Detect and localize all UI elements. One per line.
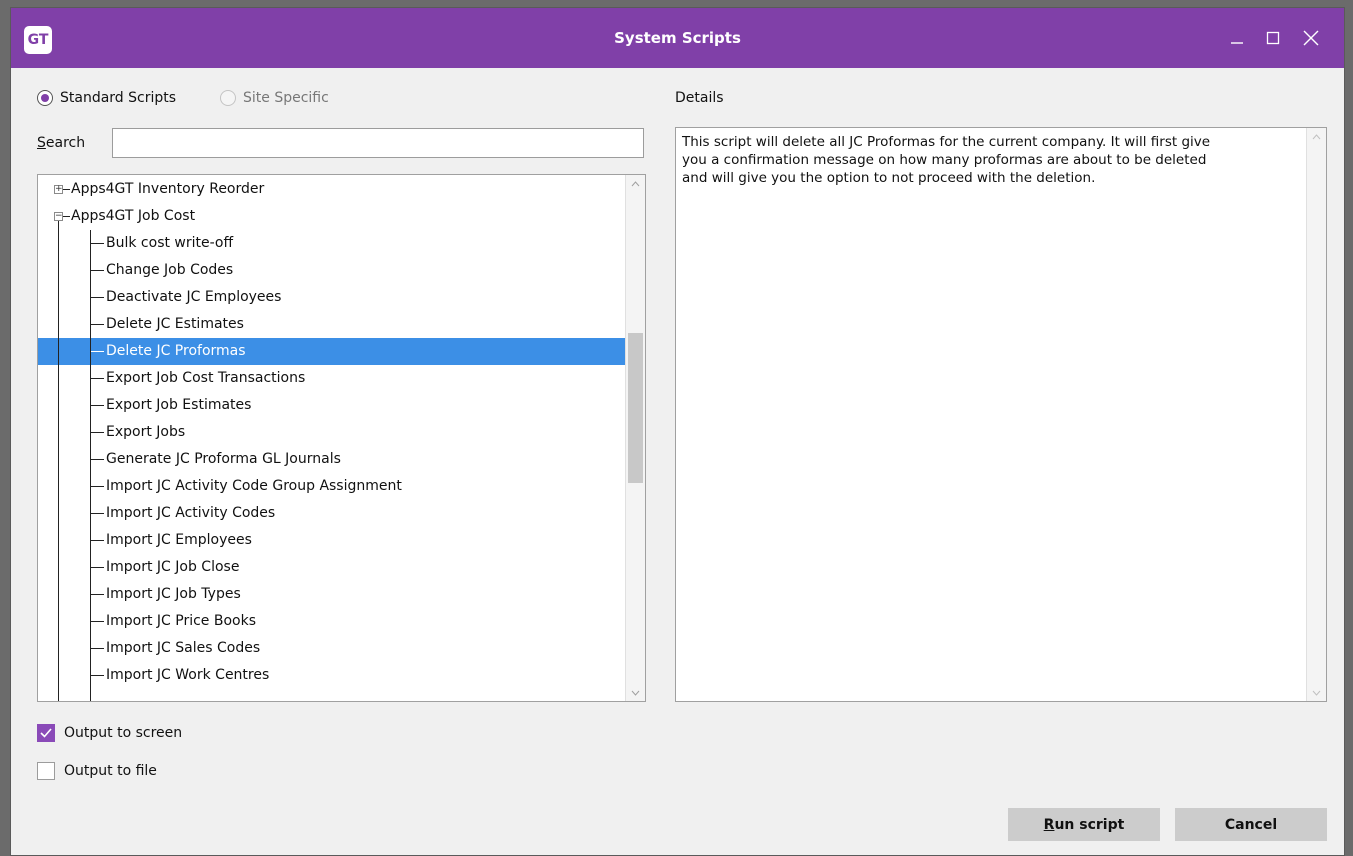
tree-item-row[interactable]: Import JC Job Types bbox=[38, 581, 627, 608]
radio-unselected-icon[interactable] bbox=[220, 90, 236, 106]
tree-item-label: Import JC Work Centres bbox=[106, 667, 270, 683]
search-label-rest: earch bbox=[45, 135, 86, 151]
checkmark-icon bbox=[40, 728, 52, 738]
tree-connector bbox=[90, 378, 104, 379]
output-to-screen-option[interactable]: Output to screen bbox=[37, 724, 182, 742]
system-scripts-window: GT System Scripts Standard Scripts Site … bbox=[10, 7, 1345, 856]
tree-item-row[interactable]: Import JC Price Books bbox=[38, 608, 627, 635]
tree-item-row[interactable]: Delete JC Estimates bbox=[38, 311, 627, 338]
tree-item-label: Delete JC Proformas bbox=[106, 343, 246, 359]
tree-item-row[interactable]: Import JC Activity Code Group Assignment bbox=[38, 473, 627, 500]
tree-connector bbox=[90, 432, 104, 433]
tree-item-label: Export Job Estimates bbox=[106, 397, 252, 413]
tree-connector bbox=[90, 324, 104, 325]
tree-item-row[interactable]: Import JC Sales Codes bbox=[38, 635, 627, 662]
tree-item-row[interactable]: Export Jobs bbox=[38, 419, 627, 446]
output-to-screen-checkbox[interactable] bbox=[37, 724, 55, 742]
tree-item-row[interactable]: Change Job Codes bbox=[38, 257, 627, 284]
details-box[interactable]: This script will delete all JC Proformas… bbox=[675, 127, 1327, 702]
tree-connector bbox=[90, 351, 104, 352]
run-label-rest: un script bbox=[1054, 816, 1125, 833]
tree-connector bbox=[90, 621, 104, 622]
radio-standard-scripts[interactable]: Standard Scripts bbox=[37, 90, 176, 106]
tree-connector bbox=[90, 540, 104, 541]
expand-icon[interactable]: + bbox=[54, 185, 63, 194]
tree-connector bbox=[63, 189, 70, 190]
output-to-file-option[interactable]: Output to file bbox=[37, 762, 157, 780]
run-script-button[interactable]: Run script bbox=[1008, 808, 1160, 841]
tree-item-row[interactable]: Export Job Cost Transactions bbox=[38, 365, 627, 392]
close-icon[interactable] bbox=[1294, 22, 1328, 54]
tree-connector bbox=[90, 648, 104, 649]
tree-connector bbox=[90, 459, 104, 460]
search-label: Search bbox=[37, 135, 85, 151]
collapse-icon[interactable]: − bbox=[54, 212, 63, 221]
tree-item-label: Import JC Job Types bbox=[106, 586, 241, 602]
tree-item-row[interactable]: Generate JC Proforma GL Journals bbox=[38, 446, 627, 473]
tree-connector bbox=[90, 594, 104, 595]
tree-connector bbox=[90, 675, 104, 676]
tree-group-label: Apps4GT Job Cost bbox=[71, 208, 196, 224]
tree-guide-line bbox=[58, 221, 59, 701]
tree-connector bbox=[90, 567, 104, 568]
tree-connector bbox=[63, 216, 70, 217]
tree-item-label: Import JC Employees bbox=[106, 532, 252, 548]
radio-standard-scripts-label: Standard Scripts bbox=[60, 90, 177, 106]
tree-item-label: Export Jobs bbox=[106, 424, 186, 440]
tree-connector bbox=[90, 297, 104, 298]
tree-connector bbox=[90, 486, 104, 487]
tree-group-label: Apps4GT Inventory Reorder bbox=[71, 181, 265, 197]
tree-connector bbox=[90, 513, 104, 514]
tree-item-row[interactable]: Delete JC Proformas bbox=[38, 338, 627, 365]
cancel-button[interactable]: Cancel bbox=[1175, 808, 1327, 841]
scroll-down-icon[interactable] bbox=[626, 684, 645, 701]
radio-selected-icon[interactable] bbox=[37, 90, 53, 106]
tree-scrollbar[interactable] bbox=[625, 175, 645, 701]
details-scroll-up-icon[interactable] bbox=[1307, 128, 1326, 145]
scroll-up-icon[interactable] bbox=[626, 175, 645, 192]
tree-group-row[interactable]: − Apps4GT Job Cost bbox=[38, 203, 627, 230]
radio-site-specific-label: Site Specific bbox=[243, 90, 329, 106]
tree-item-label: Import JC Activity Codes bbox=[106, 505, 276, 521]
output-to-file-checkbox[interactable] bbox=[37, 762, 55, 780]
tree-connector bbox=[90, 405, 104, 406]
tree-connector bbox=[90, 270, 104, 271]
details-text: This script will delete all JC Proformas… bbox=[682, 134, 1211, 186]
title-bar: GT System Scripts bbox=[11, 8, 1344, 68]
maximize-icon[interactable] bbox=[1256, 22, 1290, 54]
radio-site-specific[interactable]: Site Specific bbox=[220, 90, 329, 106]
script-tree[interactable]: + Apps4GT Inventory Reorder − Apps4GT Job C… bbox=[37, 174, 646, 702]
tree-item-label: Bulk cost write-off bbox=[106, 235, 234, 251]
tree-item-label: Delete JC Estimates bbox=[106, 316, 244, 332]
tree-item-label: Import JC Job Close bbox=[106, 559, 240, 575]
search-input[interactable] bbox=[112, 128, 644, 158]
output-to-screen-label: Output to screen bbox=[64, 725, 183, 741]
tree-item-label: Import JC Activity Code Group Assignment bbox=[106, 478, 402, 494]
tree-item-label: Import JC Sales Codes bbox=[106, 640, 261, 656]
search-label-accel: S bbox=[37, 135, 46, 151]
tree-item-row[interactable]: Deactivate JC Employees bbox=[38, 284, 627, 311]
tree-item-label: Export Job Cost Transactions bbox=[106, 370, 306, 386]
tree-item-row[interactable]: Import JC Activity Codes bbox=[38, 500, 627, 527]
details-label: Details bbox=[675, 90, 724, 106]
scroll-thumb[interactable] bbox=[628, 333, 643, 483]
details-scroll-down-icon[interactable] bbox=[1307, 684, 1326, 701]
tree-guide-line bbox=[90, 230, 91, 701]
details-scrollbar[interactable] bbox=[1306, 128, 1326, 701]
tree-item-label: Generate JC Proforma GL Journals bbox=[106, 451, 341, 467]
tree-item-label: Change Job Codes bbox=[106, 262, 234, 278]
tree-connector bbox=[90, 243, 104, 244]
tree-item-row[interactable]: Import JC Work Centres bbox=[38, 662, 627, 689]
tree-item-row[interactable]: Export Job Estimates bbox=[38, 392, 627, 419]
window-title: System Scripts bbox=[614, 29, 741, 47]
run-accel: R bbox=[1043, 816, 1055, 833]
tree-group-row[interactable]: + Apps4GT Inventory Reorder bbox=[38, 176, 627, 203]
tree-item-row[interactable]: Bulk cost write-off bbox=[38, 230, 627, 257]
tree-item-label: Import JC Price Books bbox=[106, 613, 257, 629]
minimize-icon[interactable] bbox=[1220, 22, 1254, 54]
tree-item-row[interactable]: Import JC Employees bbox=[38, 527, 627, 554]
tree-item-label: Deactivate JC Employees bbox=[106, 289, 282, 305]
output-to-file-label: Output to file bbox=[64, 763, 157, 779]
tree-item-row[interactable]: Import JC Job Close bbox=[38, 554, 627, 581]
